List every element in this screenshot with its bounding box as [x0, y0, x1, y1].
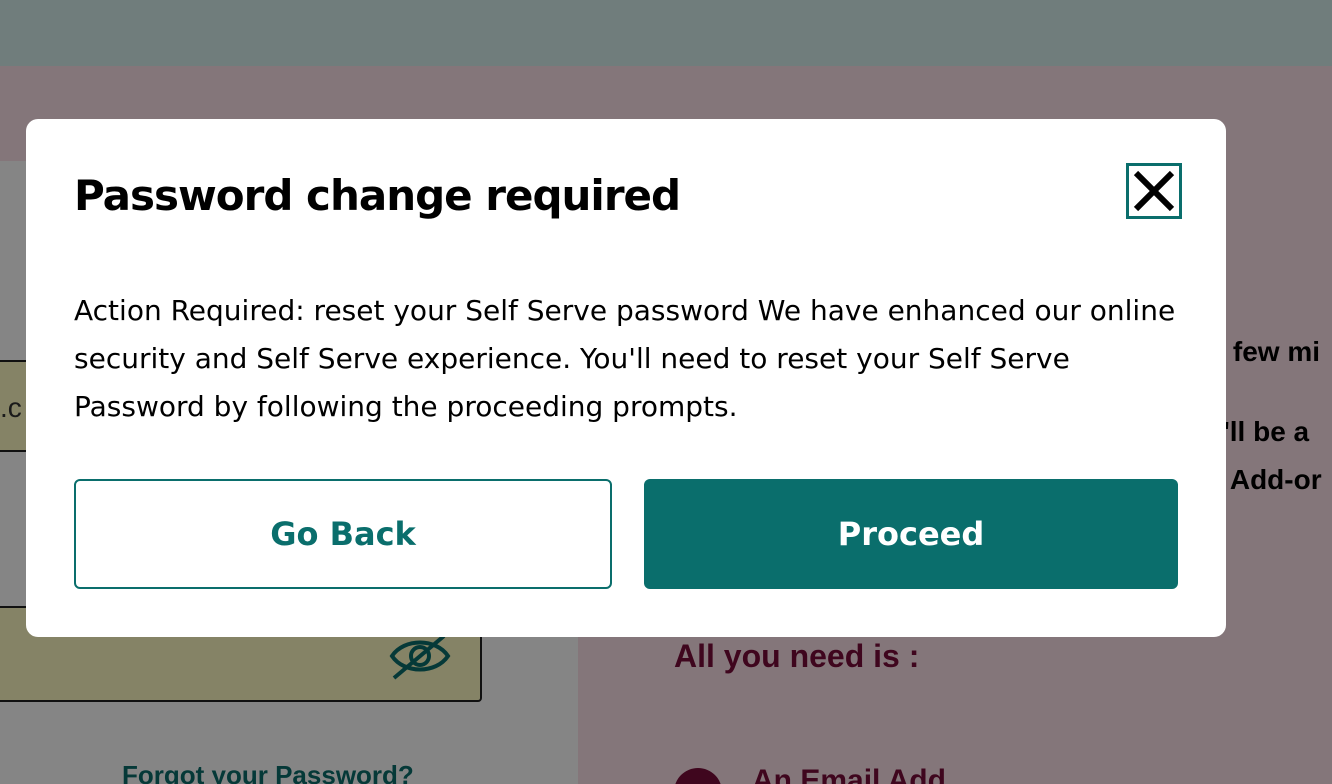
page: .c Forgot your Password? n few mi u'll b…	[0, 0, 1332, 784]
close-button[interactable]	[1126, 163, 1182, 219]
proceed-button[interactable]: Proceed	[644, 479, 1178, 589]
close-icon	[1133, 170, 1175, 212]
dialog-message: Action Required: reset your Self Serve p…	[74, 294, 1176, 423]
password-change-dialog: Password change required Action Required…	[26, 119, 1226, 637]
dialog-title: Password change required	[74, 171, 681, 220]
go-back-button[interactable]: Go Back	[74, 479, 612, 589]
